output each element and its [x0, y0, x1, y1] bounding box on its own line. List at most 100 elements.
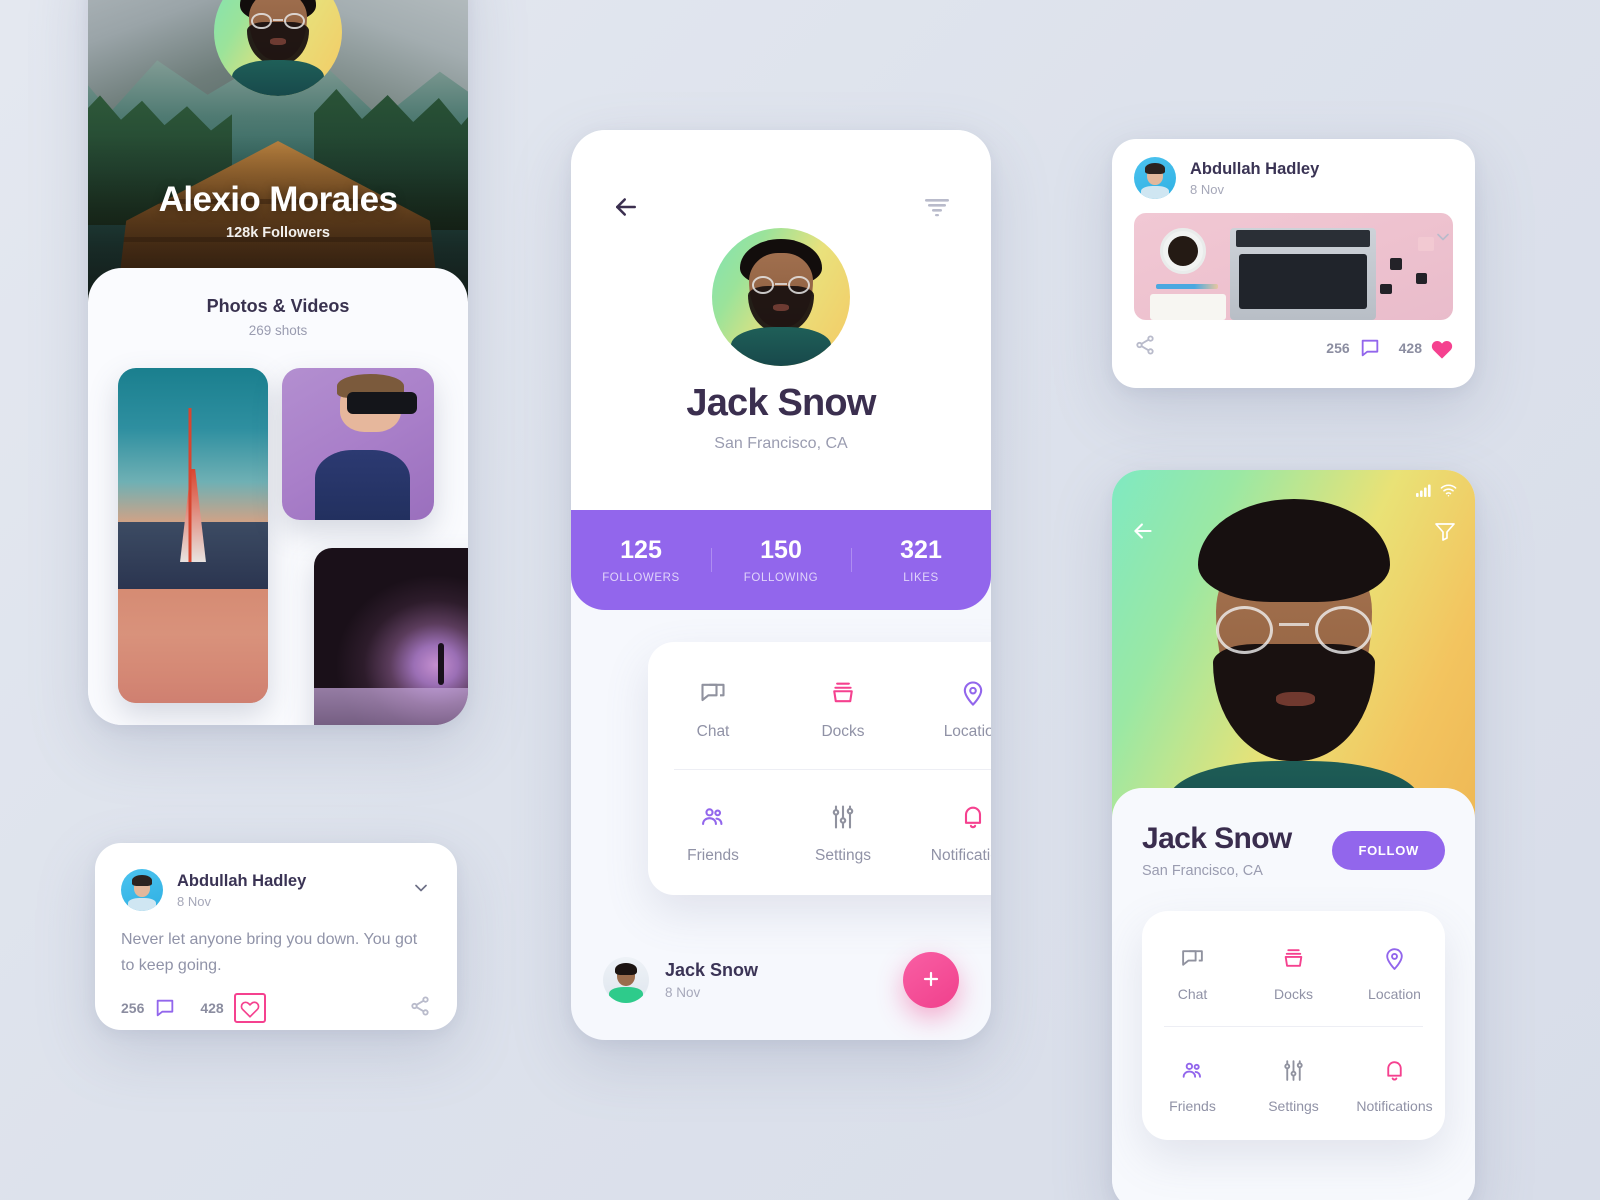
user-date: 8 Nov [665, 985, 701, 1000]
menu-label: Docks [821, 723, 865, 740]
menu-item-docks[interactable]: Docks [778, 676, 908, 741]
heart-icon[interactable] [1431, 337, 1453, 359]
stat-label: FOLLOWING [743, 572, 819, 584]
avatar [712, 228, 850, 366]
notifications-icon [1344, 1053, 1445, 1087]
stats-bar: 125 FOLLOWERS 150 FOLLOWING 321 LIKES [571, 510, 991, 610]
settings-icon [1243, 1053, 1344, 1087]
menu-item-friends[interactable]: Friends [648, 800, 778, 865]
stat-label: FOLLOWERS [602, 572, 680, 584]
comment-icon[interactable] [154, 997, 176, 1019]
plus-icon [919, 967, 943, 994]
stat-value: 125 [620, 536, 662, 564]
menu-label: Notifications [930, 847, 991, 864]
back-arrow-icon[interactable] [1130, 518, 1156, 549]
phone-nav-bar [1130, 518, 1457, 549]
menu-label: Settings [1268, 1098, 1319, 1114]
menu-label: Friends [1169, 1098, 1216, 1114]
phone-sheet: Jack Snow San Francisco, CA FOLLOW Chat [1112, 788, 1475, 1200]
menu-item-friends[interactable]: Friends [1142, 1053, 1243, 1114]
main-profile-card: Jack Snow San Francisco, CA 125 FOLLOWER… [571, 130, 991, 1040]
menu-item-notifications[interactable]: Notifications [908, 800, 991, 865]
phone-hero [1112, 470, 1475, 830]
user-name: Jack Snow [665, 960, 759, 980]
phone-profile-card: Jack Snow San Francisco, CA FOLLOW Chat [1112, 470, 1475, 1200]
avatar [1134, 157, 1176, 199]
signal-bars-icon [1416, 484, 1433, 502]
photo-grid [118, 368, 468, 725]
back-arrow-icon[interactable] [611, 192, 641, 227]
like-count: 428 [200, 1000, 224, 1016]
photo-vr-headset[interactable] [282, 368, 434, 520]
filter-icon[interactable] [923, 197, 951, 222]
stat-followers[interactable]: 125 FOLLOWERS [571, 536, 711, 584]
heart-icon [240, 1001, 260, 1018]
funnel-filter-icon[interactable] [1433, 519, 1457, 548]
menu-label: Location [943, 723, 991, 740]
author-name: Abdullah Hadley [1190, 159, 1320, 178]
menu-label: Notifications [1356, 1098, 1433, 1114]
avatar [214, 0, 342, 96]
friends-icon [648, 800, 778, 834]
quick-menu-card: Chat Docks Location [1142, 911, 1445, 1140]
menu-item-settings[interactable]: Settings [1243, 1053, 1344, 1114]
post-date: 8 Nov [1190, 181, 1224, 197]
menu-label: Chat [1177, 986, 1208, 1002]
docks-icon [778, 676, 908, 710]
menu-item-location[interactable]: Location [1344, 941, 1445, 1002]
stat-value: 321 [900, 536, 942, 564]
post-text: Never let anyone bring you down. You got… [121, 931, 418, 974]
heart-icon-selection[interactable] [233, 993, 266, 1023]
status-bar [1416, 484, 1457, 502]
quote-post-card: Abdullah Hadley 8 Nov Never let anyone b… [95, 843, 457, 1030]
profile-name: Jack Snow [1142, 822, 1292, 855]
share-icon[interactable] [409, 995, 431, 1022]
menu-row-top: Chat Docks Location [648, 676, 991, 741]
notifications-icon [908, 800, 991, 834]
header-bar [571, 130, 991, 227]
comment-icon[interactable] [1359, 337, 1381, 359]
page-title: Alexio Morales [158, 180, 398, 219]
menu-divider [674, 769, 991, 770]
menu-item-chat[interactable]: Chat [648, 676, 778, 741]
photo-tokyo-tower[interactable] [118, 368, 268, 703]
post-header: Abdullah Hadley 8 Nov [95, 843, 457, 911]
post-date: 8 Nov [177, 893, 211, 909]
menu-row-bottom: Friends Settings Notifications [648, 800, 991, 865]
share-icon[interactable] [1134, 334, 1156, 361]
menu-label: Chat [696, 723, 730, 740]
comment-count: 256 [1326, 339, 1350, 356]
menu-item-settings[interactable]: Settings [778, 800, 908, 865]
menu-item-notifications[interactable]: Notifications [1344, 1053, 1445, 1114]
photo-cave-silhouette[interactable] [314, 548, 468, 725]
menu-label: Friends [687, 847, 739, 864]
add-button[interactable] [903, 952, 959, 1008]
stat-likes[interactable]: 321 LIKES [851, 536, 991, 584]
phone-identity: Jack Snow San Francisco, CA FOLLOW [1112, 788, 1475, 879]
follow-button[interactable]: FOLLOW [1332, 831, 1445, 870]
section-title: Photos & Videos [206, 296, 350, 316]
screen: Alexio Morales 128k Followers Photos & V… [0, 0, 1600, 1200]
author-name: Abdullah Hadley [177, 871, 307, 890]
stat-following[interactable]: 150 FOLLOWING [711, 536, 851, 584]
wifi-icon [1440, 484, 1457, 502]
bottom-user-bar: Jack Snow 8 Nov [571, 920, 991, 1040]
post-image[interactable] [1134, 213, 1453, 320]
post-actions: 256 428 [1112, 320, 1475, 361]
menu-label: Settings [814, 847, 871, 864]
avatar [121, 869, 163, 911]
post-actions: 256 428 [95, 979, 457, 1023]
chat-icon [1142, 941, 1243, 975]
avatar [603, 957, 649, 1003]
menu-item-docks[interactable]: Docks [1243, 941, 1344, 1002]
quick-menu-card: Chat Docks Location [648, 642, 991, 895]
menu-row-top: Chat Docks Location [1142, 941, 1445, 1002]
menu-item-location[interactable]: Location [908, 676, 991, 741]
docks-icon [1243, 941, 1344, 975]
stat-label: LIKES [903, 572, 939, 584]
image-post-card: Abdullah Hadley 8 Nov 256 428 [1112, 139, 1475, 388]
menu-item-chat[interactable]: Chat [1142, 941, 1243, 1002]
chevron-down-icon[interactable] [411, 878, 431, 903]
chevron-down-icon[interactable] [1433, 227, 1453, 252]
stat-value: 150 [760, 536, 802, 564]
